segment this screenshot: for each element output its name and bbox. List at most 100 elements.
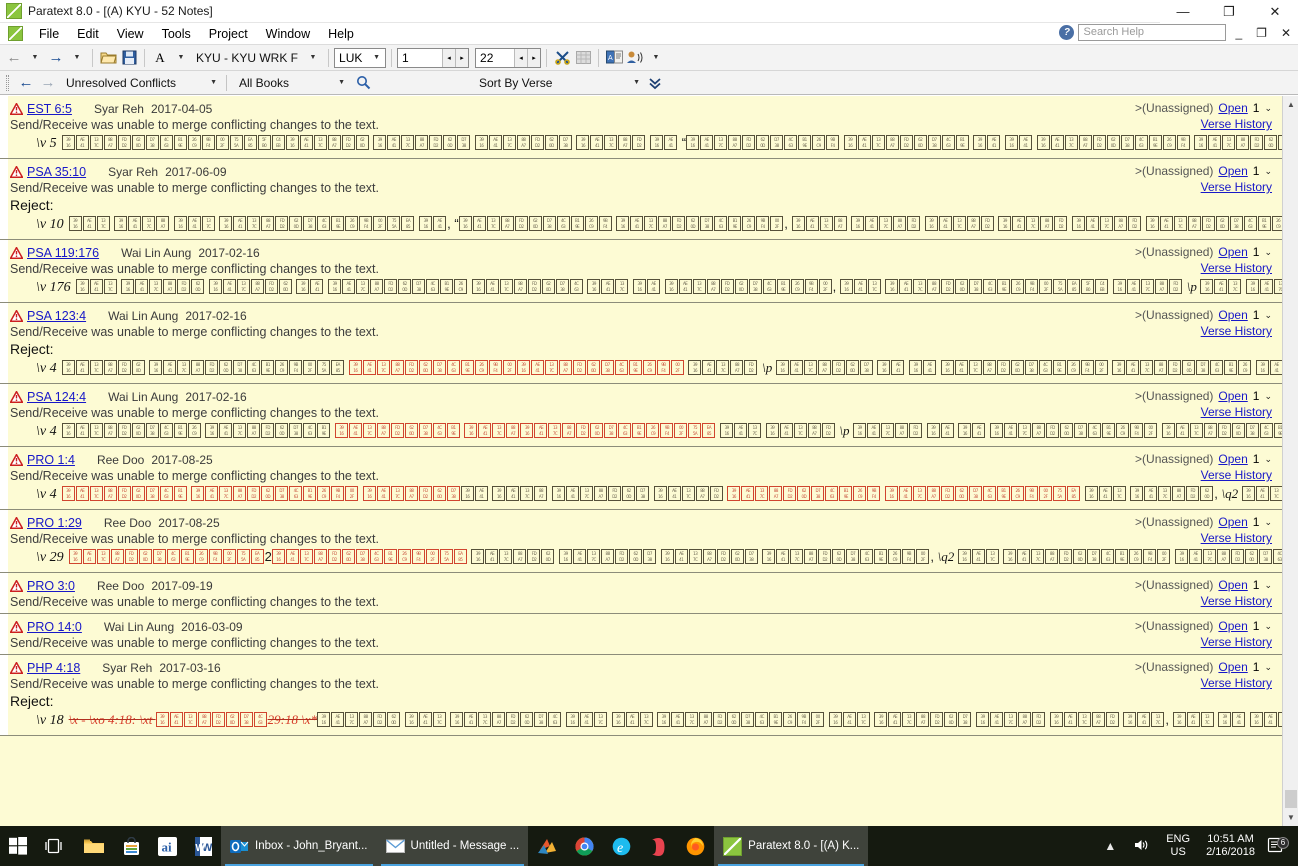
navigate-back-button[interactable]: ← xyxy=(4,47,24,69)
mdi-minimize-button[interactable]: _ xyxy=(1230,26,1247,40)
mdi-restore-button[interactable]: ❐ xyxy=(1251,26,1272,40)
table-grid-icon[interactable] xyxy=(573,47,593,69)
verse-reference-link[interactable]: PRO 3:0 xyxy=(27,579,75,593)
menu-item-tools[interactable]: Tools xyxy=(153,25,200,43)
verse-history-link[interactable]: Verse History xyxy=(1135,405,1272,420)
open-status-link[interactable]: Open xyxy=(1218,515,1247,530)
open-status-link[interactable]: Open xyxy=(1218,308,1247,323)
notification-icon[interactable]: 6 xyxy=(1263,836,1292,856)
help-question-icon[interactable]: ? xyxy=(1059,25,1075,40)
double-chevron-down-icon[interactable] xyxy=(645,72,665,94)
open-folder-icon[interactable] xyxy=(98,47,118,69)
chevron-down-icon[interactable]: ⌄ xyxy=(1264,619,1272,634)
verse-reference-link[interactable]: PSA 124:4 xyxy=(27,390,86,404)
verse-history-link[interactable]: Verse History xyxy=(1135,531,1272,546)
notes-previous-button[interactable]: ← xyxy=(16,72,36,94)
open-status-link[interactable]: Open xyxy=(1218,245,1247,260)
menu-item-edit[interactable]: Edit xyxy=(68,25,108,43)
verse-text-line[interactable]: \v 5 39 16 AE 41 13 7C 88 A7 FD D2 62 0D D7 38 4… xyxy=(36,133,1298,154)
navigate-back-dropdown[interactable]: ▼ xyxy=(25,47,45,69)
sort-selector[interactable]: Sort By Verse ▼ xyxy=(473,76,643,90)
verse-reference-link[interactable]: PHP 4:18 xyxy=(27,661,80,675)
chevron-down-icon[interactable]: ⌄ xyxy=(1264,515,1272,530)
taskbar-item-paratext[interactable]: Paratext 8.0 - [(A) K... xyxy=(714,826,869,866)
open-status-link[interactable]: Open xyxy=(1218,164,1247,179)
verse-text-line[interactable]: \v 10 39 16 AE 41 13 7C 39 16 AE 41 13 7C 88 A… xyxy=(36,214,1298,235)
taskbar-item-outlook[interactable]: Inbox - John_Bryant... xyxy=(221,826,377,866)
unlink-scissors-icon[interactable] xyxy=(552,47,572,69)
chevron-up-icon[interactable]: ▲ xyxy=(1095,839,1125,853)
chevron-down-icon[interactable]: ⌄ xyxy=(1264,164,1272,179)
verse-history-link[interactable]: Verse History xyxy=(1135,468,1272,483)
verse-history-link[interactable]: Verse History xyxy=(1135,117,1272,132)
note-row[interactable]: PRO 3:0 Ree Doo 2017-09-19 >(Unassigned) Ope… xyxy=(0,573,1298,614)
verse-text-line[interactable]: \v 29 39 16 AE 41 13 7C 88 A7 FD D2 62 0D D7 38… xyxy=(36,547,1298,568)
open-status-link[interactable]: Open xyxy=(1218,101,1247,116)
adobe-illustrator-icon[interactable]: ai xyxy=(149,826,186,866)
open-status-link[interactable]: Open xyxy=(1218,578,1247,593)
navigate-forward-button[interactable]: → xyxy=(46,47,66,69)
clock[interactable]: 10:51 AM 2/16/2018 xyxy=(1198,833,1263,859)
note-row[interactable]: PSA 124:4 Wai Lin Aung 2017-02-16 >(Unassig… xyxy=(0,384,1298,447)
chrome-icon[interactable] xyxy=(566,826,603,866)
verse-reference-link[interactable]: PSA 123:4 xyxy=(27,309,86,323)
menu-item-file[interactable]: File xyxy=(30,25,68,43)
note-row[interactable]: PRO 1:4 Ree Doo 2017-08-25 >(Unassigned) Ope… xyxy=(0,447,1298,510)
verse-reference-link[interactable]: PRO 1:4 xyxy=(27,453,75,467)
windows-start-icon[interactable] xyxy=(0,826,36,866)
colorful-app-icon[interactable] xyxy=(528,826,566,866)
taskbar-item-message[interactable]: Untitled - Message ... xyxy=(376,826,529,866)
microsoft-store-icon[interactable] xyxy=(114,826,149,866)
chapter-prev-button[interactable]: ◂ xyxy=(442,48,456,67)
opera-icon[interactable] xyxy=(640,826,677,866)
book-translate-icon[interactable]: A xyxy=(604,47,624,69)
note-row[interactable]: PSA 119:176 Wai Lin Aung 2017-02-16 >(Unass… xyxy=(0,240,1298,303)
notes-scrollbar[interactable]: ▲ ▼ xyxy=(1282,96,1298,826)
verse-history-link[interactable]: Verse History xyxy=(1135,180,1272,195)
search-help-input[interactable]: Search Help xyxy=(1078,24,1227,41)
verse-history-link[interactable]: Verse History xyxy=(1135,676,1272,691)
verse-reference-link[interactable]: PSA 35:10 xyxy=(27,165,86,179)
scroll-down-button[interactable]: ▼ xyxy=(1283,809,1298,826)
verse-stepper[interactable]: 22 ◂ ▸ xyxy=(475,47,542,68)
verse-prev-button[interactable]: ◂ xyxy=(514,48,528,67)
notes-list[interactable]: EST 6:5 Syar Reh 2017-04-05 >(Unassigned) Op… xyxy=(0,96,1298,826)
verse-reference-link[interactable]: EST 6:5 xyxy=(27,102,72,116)
verse-history-link[interactable]: Verse History xyxy=(1135,635,1272,650)
verse-text-line[interactable]: \v 4 39 16 AE 41 13 7C 88 A7 FD D2 62 0D D7 38 4… xyxy=(36,421,1298,442)
person-speaking-icon[interactable] xyxy=(625,47,645,69)
menu-item-view[interactable]: View xyxy=(108,25,153,43)
close-button[interactable]: ✕ xyxy=(1252,0,1298,23)
chapter-next-button[interactable]: ▸ xyxy=(455,48,469,67)
internet-explorer-icon[interactable]: e xyxy=(603,826,640,866)
chevron-down-icon[interactable]: ⌄ xyxy=(1264,578,1272,593)
scroll-up-button[interactable]: ▲ xyxy=(1283,96,1298,113)
open-status-link[interactable]: Open xyxy=(1218,660,1247,675)
conflict-filter-selector[interactable]: Unresolved Conflicts ▼ xyxy=(60,76,220,90)
save-disk-icon[interactable] xyxy=(119,47,139,69)
language-indicator[interactable]: ENG US xyxy=(1158,833,1198,859)
verse-reference-link[interactable]: PRO 14:0 xyxy=(27,620,82,634)
verse-text-line[interactable]: \v 4 39 16 AE 41 13 7C 88 A7 FD D2 62 0D 39 16… xyxy=(36,358,1298,379)
scrollbar-thumb[interactable] xyxy=(1285,790,1297,808)
navigate-forward-dropdown[interactable]: ▼ xyxy=(67,47,87,69)
firefox-icon[interactable] xyxy=(677,826,714,866)
note-row[interactable]: PSA 123:4 Wai Lin Aung 2017-02-16 >(Unassig… xyxy=(0,303,1298,384)
note-row[interactable]: PRO 14:0 Wai Lin Aung 2016-03-09 >(Unassign… xyxy=(0,614,1298,655)
speaker-dropdown[interactable]: ▼ xyxy=(646,47,666,69)
verse-text-line[interactable]: \v 4 39 16 AE 41 13 7C 88 A7 FD D2 62 0D D7 38 4… xyxy=(36,484,1298,505)
chapter-stepper[interactable]: 1 ◂ ▸ xyxy=(397,47,470,68)
verse-reference-link[interactable]: PRO 1:29 xyxy=(27,516,82,530)
menu-item-window[interactable]: Window xyxy=(257,25,319,43)
note-row[interactable]: PHP 4:18 Syar Reh 2017-03-16 >(Unassigned) O… xyxy=(0,655,1298,736)
note-row[interactable]: EST 6:5 Syar Reh 2017-04-05 >(Unassigned) Op… xyxy=(0,96,1298,159)
chevron-down-icon[interactable]: ⌄ xyxy=(1264,389,1272,404)
menu-item-help[interactable]: Help xyxy=(319,25,363,43)
font-A-icon[interactable]: A xyxy=(150,47,170,69)
chevron-down-icon[interactable]: ⌄ xyxy=(1264,660,1272,675)
chevron-down-icon[interactable]: ⌄ xyxy=(1264,308,1272,323)
verse-history-link[interactable]: Verse History xyxy=(1135,324,1272,339)
project-dropdown[interactable]: ▼ xyxy=(303,47,323,69)
open-status-link[interactable]: Open xyxy=(1218,619,1247,634)
toolbar-grip[interactable] xyxy=(6,74,9,91)
